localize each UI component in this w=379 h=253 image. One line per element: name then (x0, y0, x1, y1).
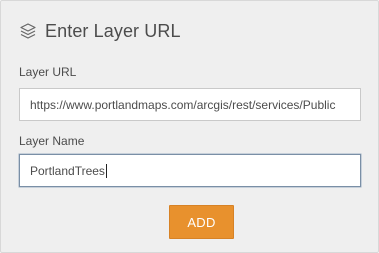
layer-url-label: Layer URL (19, 65, 77, 79)
layer-name-label: Layer Name (19, 134, 85, 148)
layer-url-input[interactable]: https://www.portlandmaps.com/arcgis/rest… (19, 88, 361, 121)
panel-header: Enter Layer URL (19, 18, 181, 44)
panel-title: Enter Layer URL (45, 20, 181, 41)
add-layer-panel: Enter Layer URL Layer URL https://www.po… (0, 0, 379, 253)
layer-name-input[interactable]: PortlandTrees (19, 154, 361, 187)
layer-url-value: https://www.portlandmaps.com/arcgis/rest… (30, 97, 336, 112)
layers-icon (19, 22, 37, 40)
add-button[interactable]: ADD (169, 205, 234, 239)
text-caret (105, 163, 107, 178)
layer-name-value: PortlandTrees (30, 163, 105, 178)
